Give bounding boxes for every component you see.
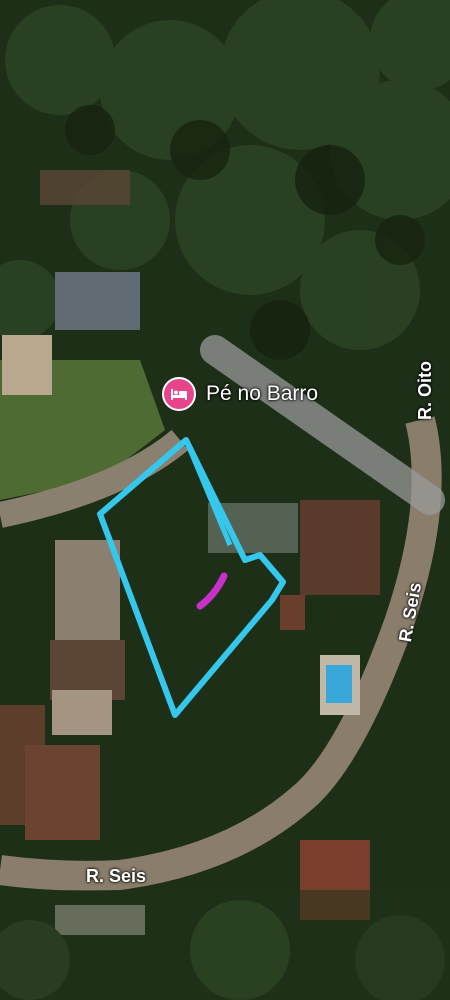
hotel-bed-icon xyxy=(162,377,196,411)
house-roof xyxy=(55,540,120,640)
house-roof xyxy=(55,272,140,330)
house-roof xyxy=(2,335,52,395)
street-label-r-oito: R. Oito xyxy=(415,361,435,420)
house-roof xyxy=(25,745,100,840)
satellite-imagery xyxy=(0,0,450,1000)
house-roof xyxy=(300,500,380,595)
satellite-map[interactable]: Pé no Barro R. Oito R. Seis R. Seis xyxy=(0,0,450,1000)
swimming-pool xyxy=(326,665,352,703)
poi-label: Pé no Barro xyxy=(206,382,319,405)
poi-marker[interactable]: Pé no Barro xyxy=(162,377,318,411)
street-label-r-seis-bottom: R. Seis xyxy=(86,866,147,886)
